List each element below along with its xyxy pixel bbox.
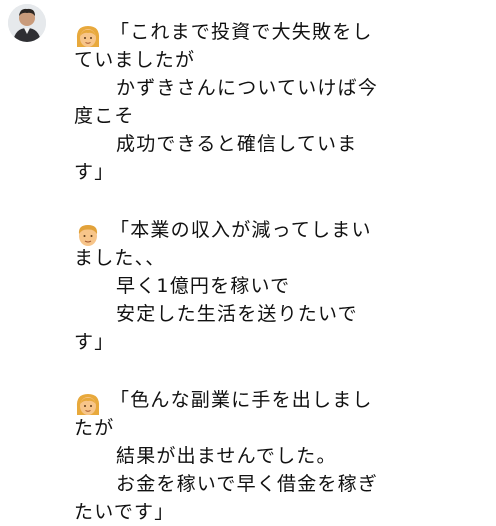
testimonial-line: たが [74, 417, 115, 439]
testimonial-line: たいです」 [74, 501, 175, 523]
testimonial-line: かずきさんについていけば今 [116, 77, 379, 99]
testimonial-line: す」 [74, 331, 115, 353]
message-text: 「これまで投資で大失敗をし ていましたが かずきさんについていけば今 度こそ 成… [74, 18, 494, 526]
testimonial-line: す」 [74, 161, 115, 183]
testimonial-2: 「本業の収入が減ってしまい ました、、 早く1億円を稼いで 安定した生活を送りた… [74, 216, 494, 356]
testimonial-line: お金を稼いで早く借金を稼ぎ [116, 473, 379, 495]
testimonial-3: 「色んな副業に手を出しまし たが 結果が出ませんでした。 お金を稼いで早く借金を… [74, 386, 494, 526]
testimonial-line: 早く1億円を稼いで [116, 275, 291, 297]
testimonial-line: 安定した生活を送りたいで [116, 303, 358, 325]
man-emoji-icon [78, 225, 98, 246]
avatar[interactable] [8, 4, 46, 42]
testimonial-line: 結果が出ませんでした。 [116, 445, 337, 467]
woman-emoji-icon [76, 26, 100, 47]
testimonial-line: ました、、 [74, 247, 166, 269]
testimonial-line: 「これまで投資で大失敗をし [110, 21, 373, 43]
testimonial-line: 「色んな副業に手を出しまし [110, 389, 373, 411]
woman-emoji-icon [76, 394, 100, 415]
testimonial-line: 成功できると確信していま [116, 133, 358, 155]
testimonial-line: ていましたが [74, 49, 196, 71]
user-avatar-photo [8, 4, 46, 42]
testimonial-line: 度こそ [74, 105, 135, 127]
testimonial-line: 「本業の収入が減ってしまい [110, 219, 372, 241]
testimonial-1: 「これまで投資で大失敗をし ていましたが かずきさんについていけば今 度こそ 成… [74, 18, 494, 186]
